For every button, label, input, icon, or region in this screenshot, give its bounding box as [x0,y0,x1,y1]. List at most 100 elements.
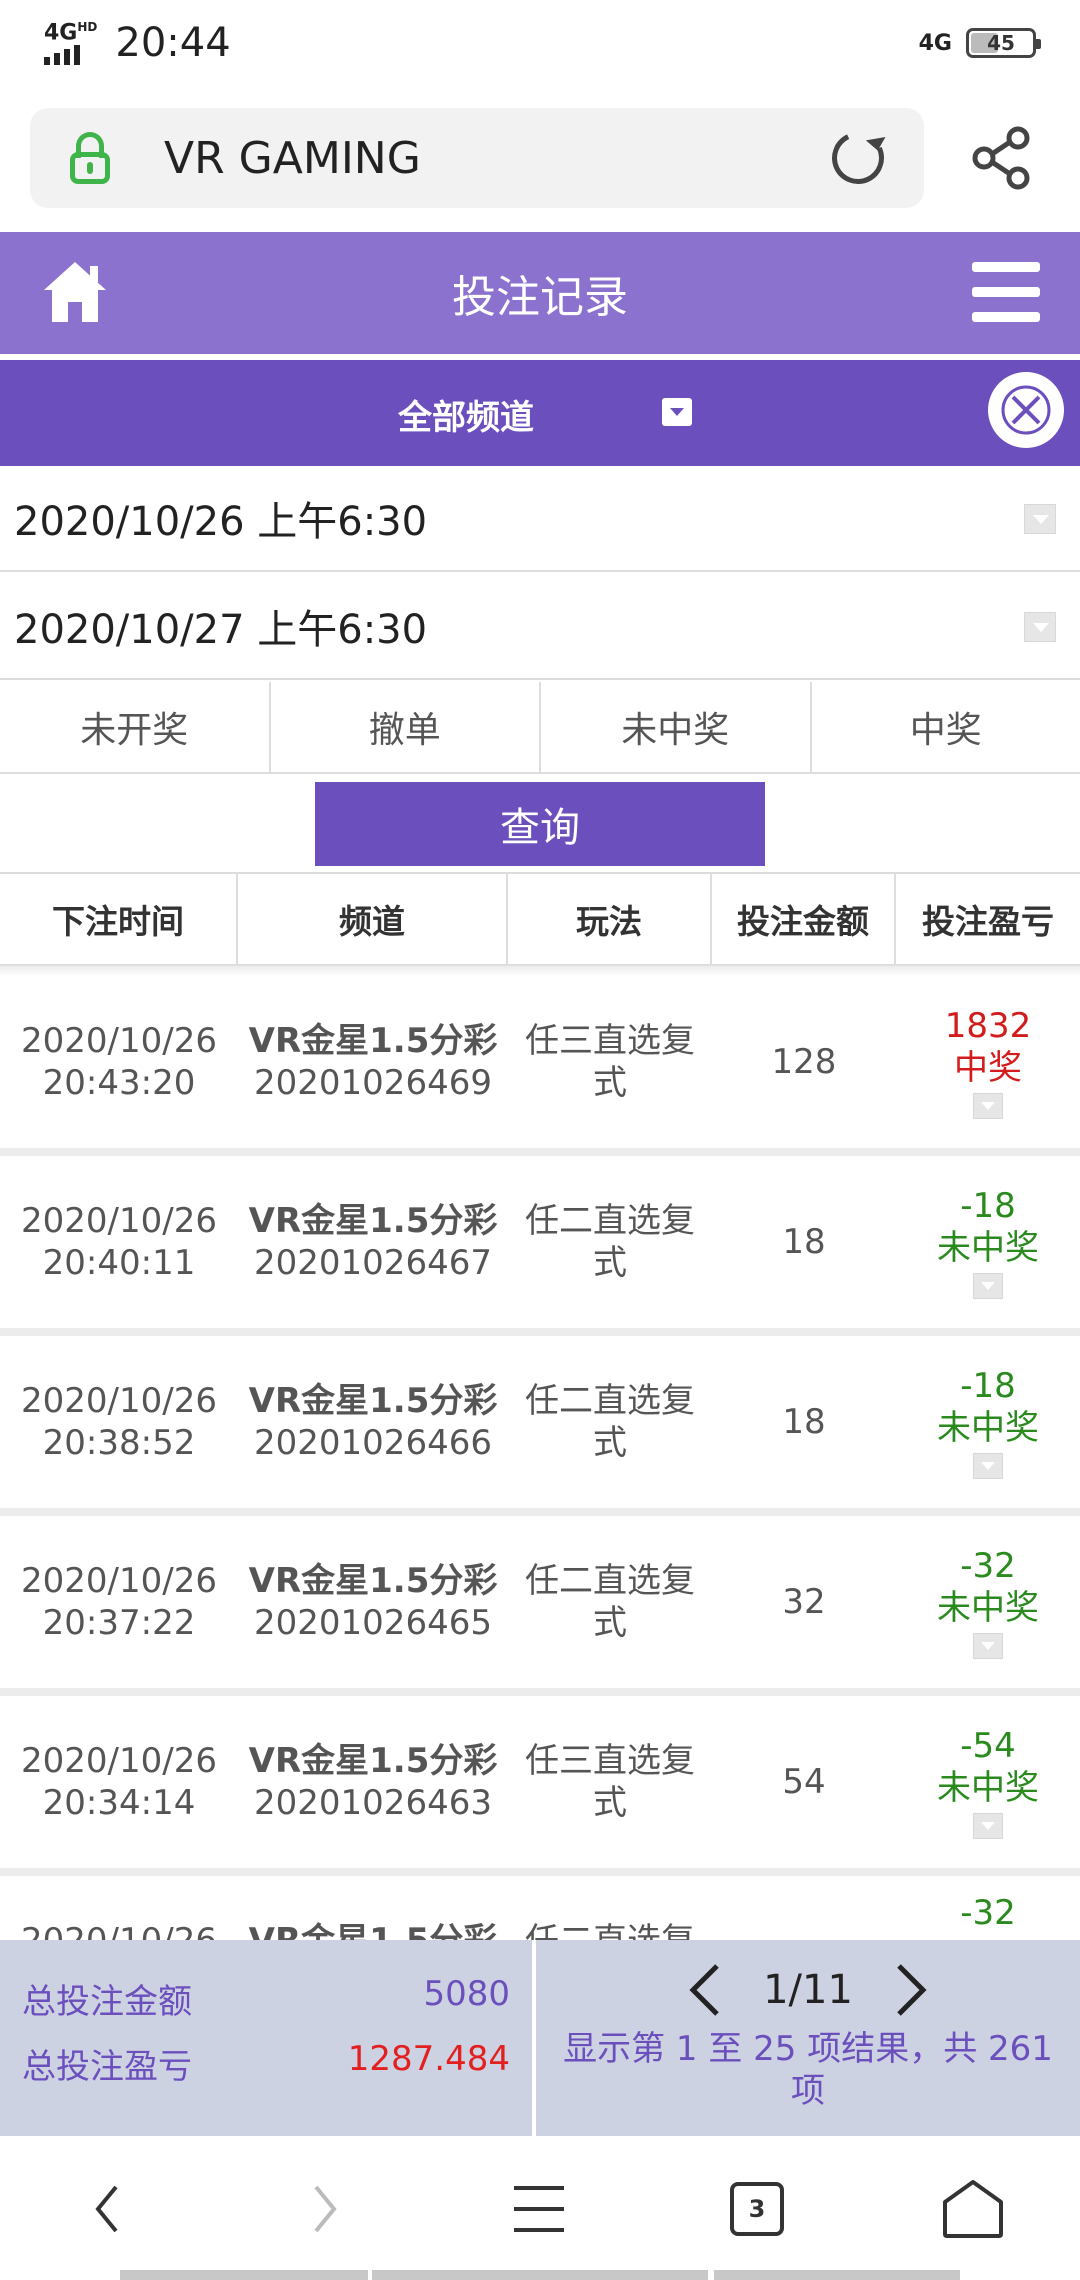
table-row[interactable]: 2020/10/26 20:37:22 VR金星1.5分彩 20201026465… [0,1516,1080,1688]
pl-status: 未中奖 [937,1228,1039,1268]
back-button[interactable] [72,2174,142,2244]
col-header-pl[interactable]: 投注盈亏 [896,874,1080,964]
query-button[interactable]: 查询 [315,782,765,866]
bet-pl: -32 [896,1876,1080,1934]
results-info: 显示第 1 至 25 项结果，共 261 项 [563,2029,1053,2111]
bet-channel: VR金星1.5分彩 20201026469 [238,976,508,1148]
col-header-amount[interactable]: 投注金额 [712,874,896,964]
page-title: 投注记录 [452,272,628,323]
menu-icon[interactable] [972,262,1040,322]
issue-number: 20201026465 [254,1603,492,1643]
channel-name: VR金星1.5分彩 [248,1741,498,1781]
pl-value: -32 [960,1893,1016,1933]
channel-name: VR金星1.5分彩 [248,1201,498,1241]
table-row[interactable]: 2020/10/26 20 VR金星1.5分彩 任二直选复 -32 [0,1876,1080,1940]
start-date-value: 2020/10/26 上午6:30 [14,499,428,545]
bet-pl: -18 未中奖 [896,1336,1080,1508]
pagination: 1/11 显示第 1 至 25 项结果，共 261 项 [536,1940,1080,2136]
network-sup: HD [77,20,98,35]
bet-time: 2020/10/26 20:43:20 [21,1021,217,1103]
bet-channel: VR金星1.5分彩 20201026467 [238,1156,508,1328]
network-type: 4G [44,20,78,46]
home-outline-icon [943,2180,1003,2238]
page-header: 投注记录 [0,232,1080,354]
chevron-down-icon[interactable] [1024,504,1056,534]
bet-amount: 32 [782,1582,826,1622]
channel-selector[interactable]: 全部频道 [0,360,1080,466]
chevron-down-icon[interactable] [973,1453,1003,1479]
pl-value: -18 [960,1366,1016,1406]
start-date-select[interactable]: 2020/10/26 上午6:30 [0,466,1080,572]
table-row[interactable]: 2020/10/26 20:38:52 VR金星1.5分彩 20201026466… [0,1336,1080,1508]
home-icon[interactable] [40,258,110,326]
total-bet-value: 5080 [423,1974,510,2014]
chevron-right-icon[interactable] [891,1962,931,2018]
filter-cancelled[interactable]: 撤单 [271,682,541,772]
page-url-title[interactable]: VR GAMING [164,133,832,184]
filter-not-won[interactable]: 未中奖 [541,682,812,772]
col-header-play[interactable]: 玩法 [508,874,712,964]
chevron-down-icon[interactable] [973,1273,1003,1299]
bet-time: 2020/10/26 20 [0,1876,238,1940]
home-button[interactable] [938,2174,1008,2244]
bet-record-list[interactable]: 2020/10/26 20:43:20 VR金星1.5分彩 20201026469… [0,976,1080,1940]
status-bar: 4GHD 20:44 4G 45 [0,0,1080,86]
pl-value: 1832 [944,1006,1032,1046]
gesture-bar [120,2270,368,2280]
close-button[interactable] [988,372,1064,448]
chevron-down-icon[interactable] [662,398,692,426]
bet-time: 2020/10/26 20:34:14 [21,1741,217,1823]
filter-not-drawn[interactable]: 未开奖 [0,682,271,772]
bet-play: 任三直选复式 [525,1021,695,1103]
table-row[interactable]: 2020/10/26 20:43:20 VR金星1.5分彩 20201026469… [0,976,1080,1148]
channel-name: VR金星1.5分彩 [248,1381,498,1421]
bet-channel: VR金星1.5分彩 [238,1876,508,1940]
channel-name: VR金星1.5分彩 [249,1920,498,1940]
chevron-down-icon[interactable] [1024,612,1056,642]
battery-level: 45 [987,31,1015,55]
address-bar[interactable]: VR GAMING [30,108,924,208]
bet-pl: 1832 中奖 [896,976,1080,1148]
issue-number: 20201026467 [254,1243,492,1283]
bet-pl: -18 未中奖 [896,1156,1080,1328]
channel-label[interactable]: 全部频道 [398,390,534,439]
lock-icon [70,132,110,184]
channel-name: VR金星1.5分彩 [248,1021,498,1061]
col-header-channel[interactable]: 频道 [238,874,508,964]
chevron-down-icon[interactable] [973,1093,1003,1119]
forward-button[interactable] [290,2174,360,2244]
network-type-right: 4G [918,30,952,56]
chevron-down-icon[interactable] [973,1813,1003,1839]
bet-play: 任二直选复式 [525,1201,695,1283]
status-filter-tabs: 未开奖 撤单 未中奖 中奖 [0,682,1080,774]
bet-channel: VR金星1.5分彩 20201026466 [238,1336,508,1508]
row-divider [0,1328,1080,1336]
end-date-select[interactable]: 2020/10/27 上午6:30 [0,574,1080,680]
pl-status: 未中奖 [937,1588,1039,1628]
issue-number: 20201026469 [254,1063,492,1103]
reload-icon[interactable] [824,124,892,192]
share-icon[interactable] [972,126,1032,190]
filter-won[interactable]: 中奖 [812,682,1080,772]
signal-indicator: 4GHD [44,20,98,65]
bet-time: 2020/10/26 20:38:52 [21,1381,217,1463]
menu-button[interactable] [504,2174,574,2244]
chevron-down-icon[interactable] [973,1633,1003,1659]
end-date-value: 2020/10/27 上午6:30 [14,607,428,653]
row-divider [0,1868,1080,1876]
channel-name: VR金星1.5分彩 [248,1561,498,1601]
table-row[interactable]: 2020/10/26 20:34:14 VR金星1.5分彩 20201026463… [0,1696,1080,1868]
bet-amount: 18 [782,1402,826,1442]
bet-play: 任二直选复 [508,1876,712,1940]
tabs-button[interactable]: 3 [722,2174,792,2244]
issue-number: 20201026466 [254,1423,492,1463]
chevron-left-icon[interactable] [685,1962,725,2018]
bet-play: 任二直选复式 [525,1561,695,1643]
col-header-time[interactable]: 下注时间 [0,874,238,964]
pl-status: 未中奖 [937,1768,1039,1808]
row-divider [0,1508,1080,1516]
table-row[interactable]: 2020/10/26 20:40:11 VR金星1.5分彩 20201026467… [0,1156,1080,1328]
bet-channel: VR金星1.5分彩 20201026463 [238,1696,508,1868]
total-pl-value: 1287.484 [347,2039,510,2079]
bet-play: 任三直选复式 [525,1741,695,1823]
